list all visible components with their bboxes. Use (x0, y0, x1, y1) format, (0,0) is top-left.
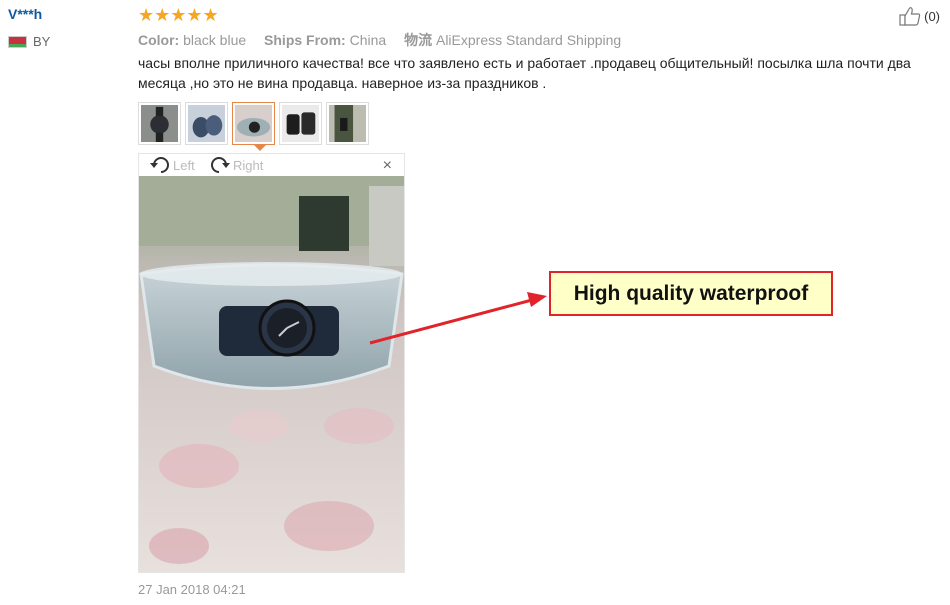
order-properties: Color: black blue Ships From: China 物流 A… (138, 30, 621, 50)
annotation-callout: High quality waterproof (549, 271, 833, 316)
thumbnail-1[interactable] (138, 102, 181, 145)
review-text: часы вполне приличного качества! все что… (138, 55, 911, 91)
rotate-right-icon (211, 157, 230, 173)
logistics-value: AliExpress Standard Shipping (435, 32, 622, 48)
rotate-right-label: Right (233, 157, 264, 173)
thumbnail-3[interactable] (232, 102, 275, 145)
country-flag-icon (8, 36, 27, 48)
thumbnail-5[interactable] (326, 102, 369, 145)
thumbs-up-icon (899, 7, 921, 26)
logistics-label: 物流 (404, 32, 433, 48)
review-photo (139, 176, 404, 572)
photo-thumbnails (138, 102, 369, 145)
close-button[interactable]: × (383, 157, 392, 175)
color-label: Color: (138, 32, 180, 48)
viewer-toolbar: Left Right × (139, 154, 404, 176)
watch-in-water-image (139, 176, 404, 572)
star-rating: ★★★★★ (138, 5, 219, 25)
reviewer-country: BY (33, 34, 51, 49)
reviewer-name[interactable]: V***h (8, 6, 42, 22)
rotate-left-icon (150, 157, 169, 173)
helpful-button[interactable]: (0) (899, 6, 940, 26)
review-date: 27 Jan 2018 04:21 (138, 582, 246, 597)
ships-from-value: China (349, 32, 387, 48)
rotate-left-button[interactable]: Left (149, 156, 195, 174)
rotate-right-button[interactable]: Right (209, 156, 263, 174)
selected-thumbnail-indicator (254, 145, 266, 151)
thumbnail-2[interactable] (185, 102, 228, 145)
rotate-left-label: Left (173, 157, 195, 173)
color-value: black blue (183, 32, 247, 48)
thumbnail-4[interactable] (279, 102, 322, 145)
helpful-count: (0) (924, 8, 940, 24)
photo-viewer: Left Right × (138, 153, 405, 573)
ships-from-label: Ships From: (264, 32, 346, 48)
